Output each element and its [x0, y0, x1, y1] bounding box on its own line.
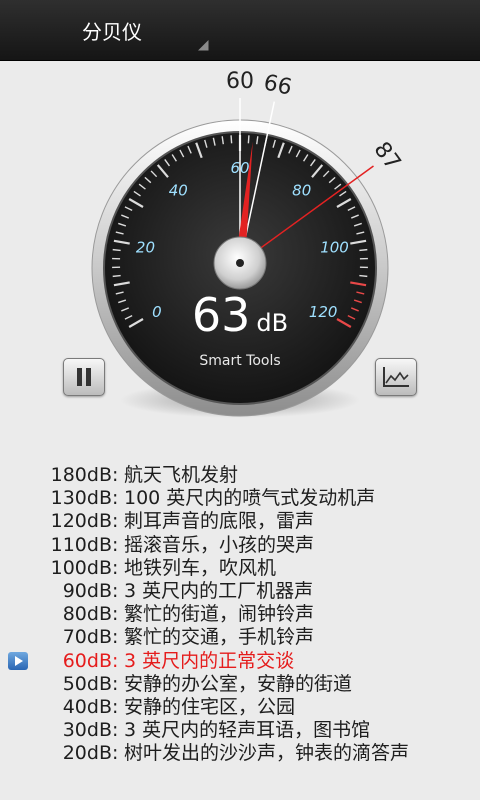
- list-item-description: 摇滚音乐，小孩的哭声: [124, 533, 315, 556]
- list-item-separator: :: [112, 719, 119, 742]
- list-item-separator: :: [112, 464, 119, 486]
- list-item-db: 40dB: [62, 695, 112, 718]
- list-item-separator: :: [112, 533, 119, 556]
- list-item-db: 80dB: [62, 603, 112, 626]
- pause-button[interactable]: [63, 358, 105, 396]
- gauge-tick: [359, 248, 368, 252]
- current-level-indicator-icon: [8, 651, 28, 670]
- list-item: 120dB: 刺耳声音的底限，雷声: [0, 510, 480, 533]
- peak-marker-label: 60: [226, 69, 254, 94]
- list-item-db: 120dB: [50, 510, 112, 533]
- gauge-area: 0 20 40 60 80 100 120 60 66 87 63 dB Smart Tools: [0, 60, 480, 450]
- list-item-db: 20dB: [62, 742, 112, 765]
- list-item: 20dB: 树叶发出的沙沙声，钟表的滴答声: [0, 742, 480, 765]
- list-item-db: 90dB: [62, 579, 112, 602]
- gauge-scale-label: 120: [309, 303, 338, 321]
- gauge-tick: [230, 135, 233, 144]
- app-title[interactable]: 分贝仪: [82, 16, 142, 45]
- list-item-db: 30dB: [62, 719, 112, 742]
- gauge-tick: [359, 274, 368, 278]
- list-item-db: 110dB: [50, 533, 112, 556]
- decibel-reference-list: 180dB: 航天飞机发射 130dB:100 英尺内的喷气式发动机声 120dB: 刺…: [0, 464, 480, 765]
- list-item-description: 安静的住宅区，公园: [124, 695, 296, 718]
- peak-marker-label: 66: [261, 70, 294, 100]
- list-item-separator: :: [112, 487, 119, 510]
- brand-label: Smart Tools: [199, 353, 281, 369]
- list-item-separator: :: [112, 742, 119, 765]
- list-item-description: 繁忙的交通，手机铃声: [124, 626, 315, 649]
- gauge-scale-label: 0: [152, 303, 162, 321]
- list-item-separator: :: [112, 603, 119, 626]
- list-item: 50dB: 安静的办公室，安静的街道: [0, 673, 480, 696]
- list-item-db: 70dB: [62, 626, 112, 649]
- current-level-value: 63: [191, 288, 251, 342]
- line-chart-icon: [383, 367, 409, 387]
- list-item: 70dB: 繁忙的交通，手机铃声: [0, 626, 480, 649]
- list-item-separator: :: [112, 695, 119, 718]
- list-item: 40dB: 安静的住宅区，公园: [0, 696, 480, 719]
- list-item-separator: :: [112, 672, 119, 695]
- list-item: 130dB:100 英尺内的喷气式发动机声: [0, 487, 480, 510]
- list-item-separator: :: [112, 579, 119, 602]
- list-item: 90dB:3 英尺内的工厂机器声: [0, 580, 480, 603]
- list-item-active: 60dB:3 英尺内的正常交谈: [0, 650, 480, 673]
- title-bar: 分贝仪: [0, 0, 480, 61]
- gauge-tick: [247, 135, 250, 144]
- graph-button[interactable]: [375, 358, 417, 396]
- list-item-description: 繁忙的街道，闹钟铃声: [124, 603, 315, 626]
- list-item-db: 130dB: [50, 487, 112, 510]
- list-item-db: 100dB: [50, 556, 112, 579]
- list-item-separator: :: [112, 556, 119, 579]
- peak-marker-label: 87: [368, 138, 405, 175]
- dropdown-indicator-icon[interactable]: [198, 40, 209, 51]
- list-item: 180dB: 航天飞机发射: [0, 464, 480, 487]
- list-item-description: 航天飞机发射: [124, 464, 239, 486]
- current-level-readout: 63 dB: [180, 288, 300, 342]
- gauge-tick: [112, 274, 121, 278]
- list-item-description: 树叶发出的沙沙声，钟表的滴答声: [124, 742, 410, 765]
- current-level-unit: dB: [256, 309, 289, 337]
- list-item-separator: :: [112, 649, 119, 672]
- gauge-tick: [112, 248, 121, 252]
- list-item: 80dB: 繁忙的街道，闹钟铃声: [0, 603, 480, 626]
- list-item: 30dB:3 英尺内的轻声耳语，图书馆: [0, 719, 480, 742]
- list-item: 110dB: 摇滚音乐，小孩的哭声: [0, 534, 480, 557]
- gauge-scale-label: 20: [136, 238, 155, 256]
- list-item-description: 3 英尺内的轻声耳语，图书馆: [124, 719, 371, 742]
- gauge-scale-label: 100: [320, 238, 349, 256]
- list-item-db: 180dB: [50, 464, 112, 486]
- list-item-description: 3 英尺内的工厂机器声: [124, 579, 314, 602]
- list-item-description: 100 英尺内的喷气式发动机声: [124, 487, 376, 510]
- list-item-description: 地铁列车，吹风机: [124, 556, 277, 579]
- gauge-scale-label: 40: [169, 181, 188, 199]
- list-item-description: 3 英尺内的正常交谈: [124, 649, 295, 672]
- list-item-description: 刺耳声音的底限，雷声: [124, 510, 315, 533]
- list-item-db: 50dB: [62, 672, 112, 695]
- list-item-separator: :: [112, 626, 119, 649]
- list-item-db: 60dB: [62, 649, 112, 672]
- list-item-separator: :: [112, 510, 119, 533]
- gauge-scale-label: 80: [292, 181, 311, 199]
- list-item-description: 安静的办公室，安静的街道: [124, 672, 353, 695]
- list-item: 100dB: 地铁列车，吹风机: [0, 557, 480, 580]
